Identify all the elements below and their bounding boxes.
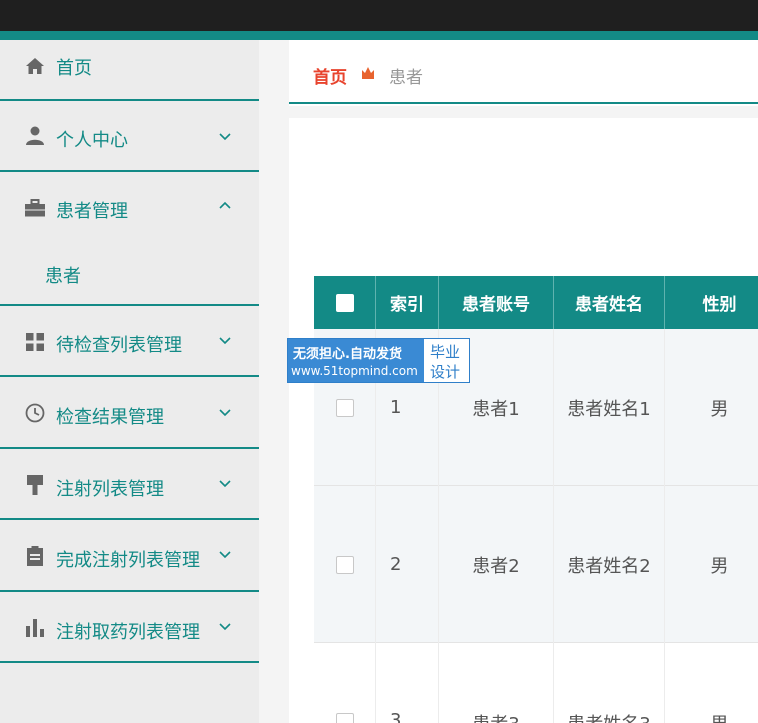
sidebar-subitem-label: 患者 <box>45 266 81 287</box>
chevron-up-icon <box>219 201 231 209</box>
column-header-account[interactable]: 患者账号 <box>439 276 554 329</box>
sidebar-item-injection-medicine-list[interactable]: 注射取药列表管理 <box>0 592 259 663</box>
sidebar: 首页 个人中心 患者管理 患者 待检查列表管理 检查结果管理 注射列表管理 完成… <box>0 40 259 723</box>
sidebar-item-exam-result[interactable]: 检查结果管理 <box>0 377 259 449</box>
sidebar-item-label: 注射取药列表管理 <box>56 622 200 643</box>
cell-name: 患者姓名2 <box>554 486 665 643</box>
cell-account: 患者3 <box>439 643 554 723</box>
cell-index: 2 <box>376 486 439 643</box>
brush-icon <box>24 474 46 496</box>
bar-chart-icon <box>24 617 46 639</box>
row-select-cell <box>314 486 376 643</box>
select-all-cell <box>314 276 376 329</box>
top-bar <box>0 0 758 31</box>
chevron-down-icon <box>219 551 231 559</box>
sidebar-item-label: 注射列表管理 <box>56 479 164 500</box>
cell-gender: 男 <box>665 643 758 723</box>
chevron-down-icon <box>219 409 231 417</box>
sidebar-item-home[interactable]: 首页 <box>0 40 259 101</box>
clock-icon <box>24 402 46 424</box>
chevron-down-icon <box>219 337 231 345</box>
cell-account: 患者2 <box>439 486 554 643</box>
sidebar-subitem-patient[interactable]: 患者 <box>0 243 259 306</box>
watermark-badge-line2: 设计 <box>430 363 461 381</box>
cell-name: 患者姓名3 <box>554 643 665 723</box>
row-checkbox[interactable] <box>335 713 354 723</box>
sidebar-item-patient-management[interactable]: 患者管理 <box>0 172 259 243</box>
top-accent-strip <box>0 31 758 40</box>
chevron-down-icon <box>219 133 231 141</box>
sidebar-item-label: 完成注射列表管理 <box>56 550 200 571</box>
table-row[interactable]: 3 患者3 患者姓名3 男 <box>314 643 758 723</box>
cell-index: 3 <box>376 643 439 723</box>
cell-name: 患者姓名1 <box>554 329 665 486</box>
table-row[interactable]: 2 患者2 患者姓名2 男 <box>314 486 758 643</box>
content-divider <box>289 106 758 118</box>
briefcase-icon <box>24 197 46 219</box>
sidebar-item-label: 患者管理 <box>56 201 128 222</box>
select-all-checkbox[interactable] <box>335 293 354 312</box>
watermark-right: 毕业 设计 <box>424 339 469 382</box>
breadcrumb-home-link[interactable]: 首页 <box>313 63 347 88</box>
sidebar-item-injection-list[interactable]: 注射列表管理 <box>0 449 259 520</box>
column-header-index[interactable]: 索引 <box>376 276 439 329</box>
breadcrumb: 首页 患者 <box>289 40 758 104</box>
sidebar-item-personal-center[interactable]: 个人中心 <box>0 101 259 172</box>
breadcrumb-current: 患者 <box>389 68 423 88</box>
sidebar-item-label: 个人中心 <box>56 130 128 151</box>
watermark-badge: 无须担心.自动发货 www.51topmind.com 毕业 设计 <box>287 338 470 383</box>
table-header: 索引 患者账号 患者姓名 性别 <box>314 276 758 329</box>
cell-gender: 男 <box>710 555 729 577</box>
column-header-name[interactable]: 患者姓名 <box>554 276 665 329</box>
clipboard-icon <box>24 545 46 567</box>
chevron-down-icon <box>219 623 231 631</box>
sidebar-item-completed-injection-list[interactable]: 完成注射列表管理 <box>0 520 259 592</box>
chevron-down-icon <box>219 480 231 488</box>
sidebar-item-label: 检查结果管理 <box>56 407 164 428</box>
main-gutter <box>259 40 289 723</box>
sidebar-item-label: 待检查列表管理 <box>56 335 182 356</box>
watermark-line2: www.51topmind.com <box>291 364 418 378</box>
column-header-gender[interactable]: 性别 <box>665 276 758 329</box>
sidebar-item-pending-exam-list[interactable]: 待检查列表管理 <box>0 306 259 377</box>
watermark-left: 无须担心.自动发货 www.51topmind.com <box>288 339 424 382</box>
row-checkbox[interactable] <box>335 555 354 574</box>
watermark-badge-line1: 毕业 <box>430 343 461 361</box>
grid-icon <box>24 331 46 353</box>
cell-gender: 男 <box>710 398 729 420</box>
row-select-cell <box>314 643 376 723</box>
watermark-line1: 无须担心.自动发货 <box>293 347 402 362</box>
person-icon <box>24 125 46 147</box>
row-checkbox[interactable] <box>335 398 354 417</box>
home-icon <box>24 55 46 77</box>
crown-icon <box>362 67 374 79</box>
sidebar-item-label: 首页 <box>56 58 92 79</box>
